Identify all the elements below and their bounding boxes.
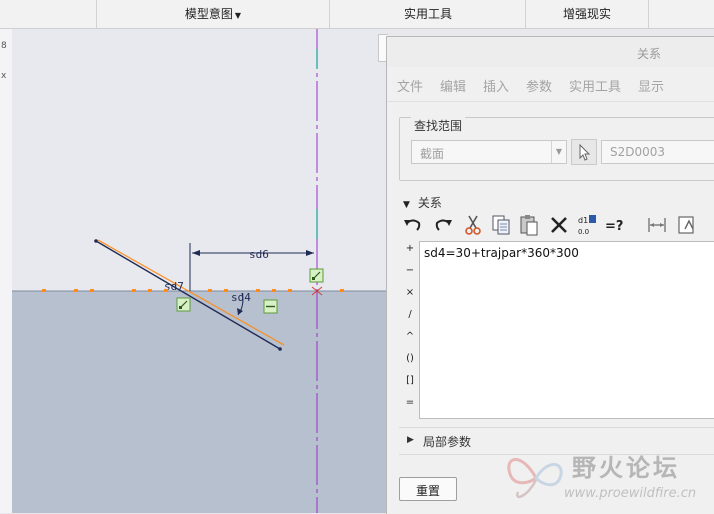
- operator-minus-button[interactable]: −: [401, 265, 419, 276]
- scope-label: 查找范围: [411, 117, 466, 134]
- constraint-icon: [176, 297, 191, 312]
- lower-region: [12, 291, 388, 513]
- left-strip-label: x: [1, 71, 7, 81]
- sketch-graphics[interactable]: sd6 sd7 sd4: [12, 29, 388, 513]
- expand-down-icon: ▼: [403, 200, 410, 210]
- dialog-menubar: 文件 编辑 插入 参数 实用工具 显示: [387, 67, 714, 102]
- sketch-vertex: [278, 347, 282, 351]
- arrowhead: [192, 250, 200, 256]
- operator-multiply-button[interactable]: ×: [401, 287, 419, 298]
- value-toggle-icon[interactable]: d1 0.0: [575, 213, 599, 237]
- relations-dialog: 关系 文件 编辑 插入 参数 实用工具 显示 查找范围 截面 ▼ S2D0003…: [386, 36, 714, 514]
- sort-icon[interactable]: [675, 213, 699, 237]
- dimension-label-sd6: sd6: [249, 248, 269, 261]
- expand-right-icon: ▶: [407, 435, 414, 445]
- menu-show[interactable]: 显示: [638, 76, 664, 95]
- operator-brackets-button[interactable]: []: [401, 375, 419, 386]
- tab-ar-label: 增强现实: [562, 7, 611, 21]
- tab-utilities-label: 实用工具: [403, 7, 452, 21]
- dimension-label-sd4: sd4: [231, 291, 251, 304]
- tab-augmented-reality[interactable]: 增强现实: [525, 0, 649, 28]
- relations-section-header[interactable]: ▼ 关系: [403, 194, 442, 211]
- dialog-title-bar[interactable]: 关系: [387, 37, 714, 67]
- svg-text:=?: =?: [605, 219, 623, 234]
- redo-icon[interactable]: [431, 213, 455, 237]
- operator-equals-button[interactable]: =: [401, 397, 419, 408]
- operator-power-button[interactable]: ^: [401, 331, 419, 342]
- relations-editor[interactable]: sd4=30+trajpar*360*300: [419, 241, 714, 419]
- local-parameters-label: 局部参数: [423, 435, 472, 449]
- watermark-url: www.proewildfire.cn: [564, 486, 697, 501]
- left-strip-label: 8: [1, 41, 7, 51]
- svg-text:0.0: 0.0: [578, 228, 589, 236]
- scope-type-value: 截面: [420, 147, 445, 161]
- svg-text:d1: d1: [578, 216, 588, 225]
- relation-line: sd4=30+trajpar*360*300: [424, 246, 579, 260]
- paste-icon[interactable]: [517, 213, 541, 237]
- arrowhead: [306, 250, 314, 256]
- scope-type-dropdown[interactable]: 截面 ▼: [411, 140, 567, 164]
- ribbon: 模型意图 ▼ 实用工具 增强现实: [0, 0, 714, 29]
- horizontal-constraint-icon: [263, 299, 278, 314]
- menu-edit[interactable]: 编辑: [440, 76, 466, 95]
- operator-divide-button[interactable]: /: [401, 309, 419, 320]
- tab-utilities[interactable]: 实用工具: [329, 0, 526, 28]
- butterfly-logo-icon: [507, 458, 563, 499]
- feature-name-field[interactable]: S2D0003: [601, 140, 714, 164]
- feature-name-value: S2D0003: [610, 145, 666, 159]
- chevron-down-icon: ▼: [551, 141, 566, 163]
- watermark-title: 野火论坛: [572, 454, 680, 482]
- menu-utilities[interactable]: 实用工具: [569, 76, 621, 95]
- operator-parentheses-button[interactable]: (): [401, 353, 419, 364]
- operator-plus-button[interactable]: +: [401, 243, 419, 254]
- select-feature-button[interactable]: [571, 139, 597, 165]
- reset-button[interactable]: 重置: [399, 477, 457, 501]
- dialog-title: 关系: [636, 47, 661, 61]
- measure-icon[interactable]: [645, 213, 669, 237]
- menu-parameters[interactable]: 参数: [526, 76, 552, 95]
- sketch-canvas[interactable]: sd6 sd7 sd4: [12, 29, 388, 513]
- sketch-vertex: [94, 239, 98, 243]
- delete-icon[interactable]: [547, 213, 571, 237]
- menu-file[interactable]: 文件: [397, 76, 423, 95]
- menu-insert[interactable]: 插入: [483, 76, 509, 95]
- chevron-down-icon: ▼: [234, 11, 242, 20]
- relations-toolbar: d1 0.0 =?: [401, 213, 714, 239]
- constraint-icon: [309, 268, 324, 283]
- copy-icon[interactable]: [489, 213, 513, 237]
- undo-icon[interactable]: [401, 213, 425, 237]
- evaluate-icon[interactable]: =?: [603, 213, 633, 237]
- relations-label: 关系: [417, 196, 442, 210]
- tab-model-intent[interactable]: 模型意图 ▼: [96, 0, 329, 28]
- tab-model-intent-label: 模型意图: [184, 7, 233, 21]
- cursor-arrow-icon: [579, 143, 591, 161]
- cut-icon[interactable]: [461, 213, 485, 237]
- watermark: 野火论坛 www.proewildfire.cn: [500, 444, 714, 513]
